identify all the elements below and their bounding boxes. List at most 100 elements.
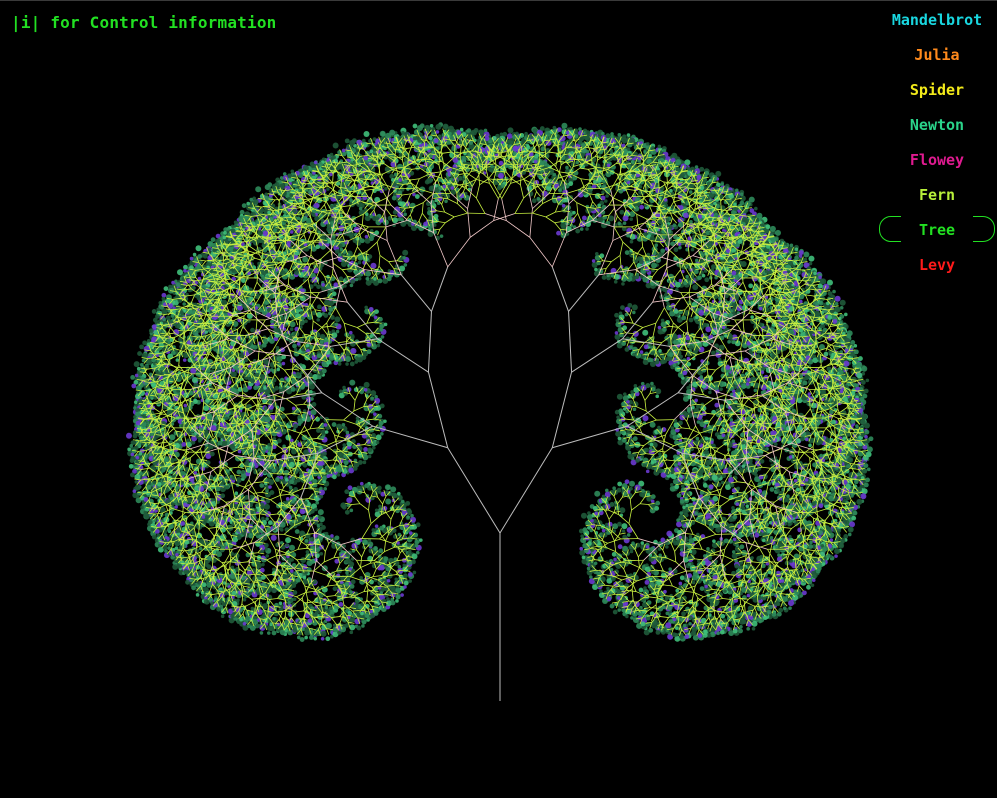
tree-leaf (575, 228, 581, 234)
tree-leaf (573, 170, 579, 176)
tree-leaf (859, 396, 865, 402)
tree-leaf (834, 301, 839, 306)
tree-leaf (822, 327, 828, 333)
tree-leaf (642, 463, 647, 468)
tree-leaf (693, 269, 699, 275)
tree-leaf (861, 413, 868, 420)
tree-leaf (631, 304, 638, 311)
tree-leaf (704, 170, 710, 176)
tree-leaf (670, 426, 675, 430)
tree-leaf (754, 206, 758, 211)
tree-leaf (732, 514, 738, 520)
tree-leaf (632, 407, 637, 412)
tree-leaf (802, 380, 808, 386)
tree-leaf (713, 384, 720, 391)
tree-leaf (834, 295, 841, 302)
tree-leaf (698, 343, 703, 348)
tree-leaf (617, 436, 622, 441)
tree-leaf (753, 388, 758, 393)
tree-leaf (677, 462, 682, 466)
tree-leaf (725, 481, 729, 485)
tree-leaf (688, 190, 693, 194)
tree-leaf (674, 281, 681, 288)
tree-leaf (621, 401, 627, 407)
tree-leaf (639, 204, 645, 210)
tree-leaf (827, 315, 833, 320)
tree-leaf (639, 350, 644, 354)
tree-leaf (816, 414, 823, 421)
tree-leaf (740, 261, 747, 268)
tree-leaf (556, 127, 562, 133)
tree-leaf (808, 443, 812, 448)
tree-leaf (807, 392, 812, 396)
tree-leaf (863, 422, 870, 429)
tree-leaf (861, 365, 868, 372)
tree-leaf (734, 227, 740, 233)
tree-leaf (761, 538, 766, 543)
tree-leaf (675, 159, 682, 166)
tree-leaf (686, 409, 691, 413)
tree-leaf (793, 478, 798, 483)
tree-leaf (778, 254, 784, 260)
tree-leaf (714, 185, 718, 190)
tree-leaf (865, 378, 870, 383)
tree-leaf (627, 450, 632, 455)
tree-leaf (591, 259, 596, 263)
tree-leaf (758, 216, 763, 221)
tree-leaf (698, 309, 705, 316)
tree-leaf (755, 457, 759, 462)
tree-leaf (856, 498, 863, 505)
tree-leaf (595, 176, 602, 183)
tree-leaf (856, 412, 862, 418)
tree-leaf (657, 425, 661, 430)
tree-leaf (828, 532, 835, 539)
tree-leaf (648, 446, 653, 450)
tree-leaf (659, 359, 665, 365)
tree-leaf (731, 439, 736, 444)
tree-leaf (615, 318, 620, 323)
tree-leaf (591, 214, 596, 218)
tree-leaf (698, 346, 705, 353)
tree-leaf (675, 165, 680, 169)
tree-leaf (716, 434, 722, 440)
tree-leaf (815, 302, 819, 307)
tree-leaf (711, 174, 718, 181)
tree-leaf (579, 227, 584, 231)
tree-leaf (635, 457, 640, 463)
tree-leaf (658, 349, 662, 353)
tree-leaf (836, 320, 843, 327)
tree-leaf (729, 418, 734, 422)
tree-leaf (810, 402, 817, 409)
tree-leaf (769, 225, 776, 232)
tree-leaf (823, 283, 830, 290)
tree-leaf (624, 347, 630, 352)
tree-leaf (625, 160, 630, 166)
tree-leaf (539, 126, 545, 131)
fractal-canvas[interactable] (0, 0, 997, 798)
tree-leaf (819, 324, 824, 329)
tree-leaf (688, 317, 694, 323)
tree-leaf (760, 384, 767, 391)
tree-leaf (621, 134, 627, 140)
tree-leaf (710, 440, 714, 445)
tree-leaf (531, 198, 537, 204)
tree-leaf (614, 312, 619, 318)
tree-leaf (735, 502, 740, 506)
tree-leaf (739, 200, 745, 206)
tree-leaf (776, 488, 780, 492)
tree-leaf (631, 160, 635, 165)
tree-leaf (601, 204, 607, 210)
tree-leaf (805, 437, 809, 442)
tree-leaf (717, 357, 722, 362)
tree-leaf (741, 217, 748, 224)
tree-leaf (629, 233, 636, 240)
tree-leaf (674, 463, 678, 467)
tree-leaf (683, 480, 690, 487)
tree-leaf (711, 474, 718, 481)
tree-leaf (720, 427, 725, 433)
tree-leaf (444, 199, 448, 204)
tree-leaf (673, 247, 679, 253)
tree-leaf (799, 374, 804, 378)
tree-leaf (642, 329, 649, 336)
tree-leaf (697, 275, 702, 281)
